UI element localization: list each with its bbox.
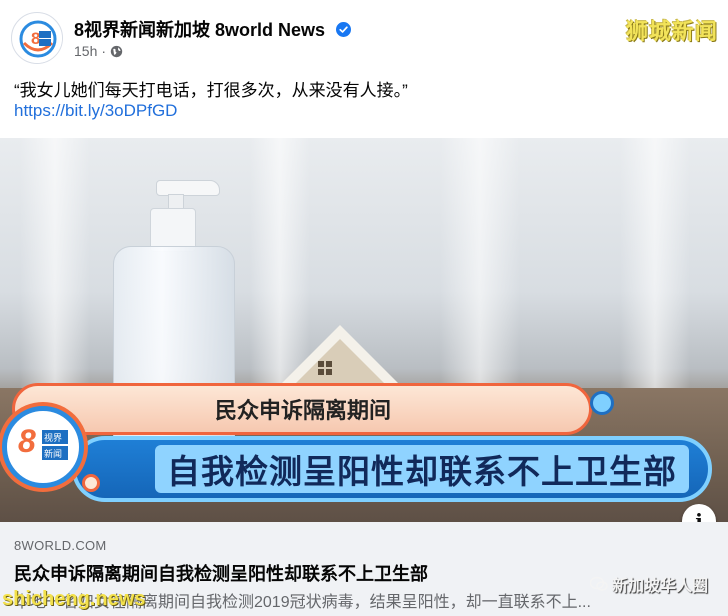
- 8world-badge-icon: 8 视界 新闻: [18, 423, 68, 460]
- svg-text:视界: 视界: [44, 432, 62, 444]
- page-avatar[interactable]: 8: [11, 12, 63, 64]
- image-logo: 8 视界 新闻: [2, 406, 84, 488]
- watermark-bottom-right: 新加坡华人圈: [589, 572, 708, 596]
- page-name-label[interactable]: 8视界新闻新加坡 8world News: [74, 20, 325, 40]
- post-header: 8 8视界新闻新加坡 8world News 15h · 狮城新闻: [0, 0, 728, 72]
- watermark-top: 狮城新闻: [625, 19, 718, 44]
- banner-main: 自我检测呈阳性却联系不上卫生部: [72, 436, 712, 502]
- banner-main-text: 自我检测呈阳性却联系不上卫生部: [155, 445, 689, 493]
- 8world-logo-icon: 8: [14, 15, 62, 63]
- facebook-post: 8 8视界新闻新加坡 8world News 15h · 狮城新闻 “我女儿她们…: [0, 0, 728, 616]
- post-meta: 15h ·: [74, 43, 123, 59]
- banner-top-text: 民众申诉隔离期间: [215, 398, 392, 423]
- post-time[interactable]: 15h: [74, 43, 97, 59]
- watermark-bottom-left: shicheng.news: [2, 588, 146, 610]
- post-link[interactable]: https://bit.ly/3oDPfGD: [14, 101, 177, 121]
- svg-text:8: 8: [18, 423, 36, 459]
- preview-domain: 8WORLD.COM: [14, 538, 107, 553]
- post-text: “我女儿她们每天打电话，打很多次，从来没有人接。”: [14, 81, 408, 100]
- decor-dot: [590, 391, 614, 415]
- preview-title[interactable]: 民众申诉隔离期间自我检测呈阳性却联系不上卫生部: [14, 560, 428, 586]
- decor-dot: [82, 474, 100, 492]
- meta-separator: ·: [101, 43, 107, 59]
- banner-top: 民众申诉隔离期间: [12, 383, 592, 435]
- svg-text:新闻: 新闻: [44, 448, 62, 460]
- verified-badge-icon: [336, 22, 352, 37]
- globe-icon[interactable]: [110, 45, 123, 58]
- info-icon: i: [695, 509, 703, 522]
- pump-head: [156, 180, 220, 196]
- page-name[interactable]: 8视界新闻新加坡 8world News: [74, 16, 352, 42]
- wechat-icon: [589, 576, 608, 591]
- post-image[interactable]: 民众申诉隔离期间 自我检测呈阳性却联系不上卫生部 8 视界 新闻 i: [0, 138, 728, 522]
- watermark-bottom-right-text: 新加坡华人圈: [611, 578, 708, 595]
